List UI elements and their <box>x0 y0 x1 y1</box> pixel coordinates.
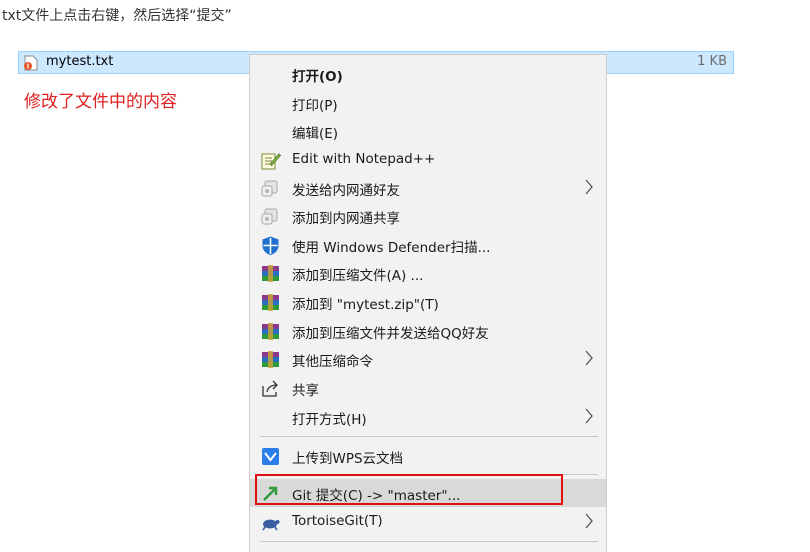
menu-item-wps-upload[interactable]: 上传到WPS云文档 <box>250 442 606 470</box>
menu-item-label: 添加到 "mytest.zip"(T) <box>292 297 439 313</box>
menu-item-add-intranet-share[interactable]: 添加到内网通共享 <box>250 202 606 230</box>
defender-shield-icon <box>262 236 279 255</box>
menu-item-label: 添加到内网通共享 <box>292 211 400 227</box>
menu-item-label: 添加到压缩文件并发送给QQ好友 <box>292 326 489 342</box>
share-network-icon <box>261 208 278 225</box>
wps-cloud-icon <box>262 448 279 465</box>
menu-item-other-compress[interactable]: 其他压缩命令 <box>250 345 606 373</box>
menu-item-label: TortoiseGit(T) <box>292 513 383 529</box>
chevron-right-icon <box>585 513 593 529</box>
winrar-icon <box>262 323 279 340</box>
winrar-icon <box>262 265 279 282</box>
winrar-icon <box>262 294 279 311</box>
file-name: mytest.txt <box>46 54 114 69</box>
menu-item-edit-notepadpp[interactable]: Edit with Notepad++ <box>250 146 606 174</box>
menu-separator <box>260 436 598 437</box>
menu-item-label: 使用 Windows Defender扫描... <box>292 240 491 256</box>
menu-item-label: Edit with Notepad++ <box>292 151 436 167</box>
menu-item-add-zip[interactable]: 添加到 "mytest.zip"(T) <box>250 288 606 316</box>
chevron-right-icon <box>585 350 593 366</box>
file-size: 1 KB <box>697 54 727 69</box>
menu-item-add-archive[interactable]: 添加到压缩文件(A) ... <box>250 259 606 287</box>
highlight-box <box>255 474 563 505</box>
menu-item-tortoisegit[interactable]: TortoiseGit(T) <box>250 508 606 536</box>
menu-item-label: 发送给内网通好友 <box>292 183 400 199</box>
menu-item-label: 编辑(E) <box>292 126 339 142</box>
menu-item-label: 共享 <box>292 383 319 399</box>
text-file-icon <box>24 55 38 71</box>
menu-item-label: 添加到压缩文件(A) ... <box>292 268 424 284</box>
menu-item-label: 其他压缩命令 <box>292 354 373 370</box>
menu-item-label: 打印(P) <box>292 98 338 114</box>
menu-item-label: 打开方式(H) <box>292 412 367 428</box>
menu-item-open[interactable]: 打开(O) <box>250 60 606 88</box>
menu-item-send-intranet-friend[interactable]: 发送给内网通好友 <box>250 174 606 202</box>
notepad-plus-plus-icon <box>261 153 281 170</box>
chevron-right-icon <box>585 408 593 424</box>
menu-item-print[interactable]: 打印(P) <box>250 89 606 117</box>
share-icon <box>262 380 278 397</box>
share-network-icon <box>261 180 278 197</box>
tortoisegit-icon <box>262 519 280 531</box>
menu-item-share[interactable]: 共享 <box>250 374 606 402</box>
instruction-caption: txt文件上点击右键，然后选择“提交” <box>2 8 232 24</box>
menu-item-open-with[interactable]: 打开方式(H) <box>250 403 606 431</box>
menu-item-label: 打开(O) <box>292 69 343 85</box>
chevron-right-icon <box>585 179 593 195</box>
winrar-icon <box>262 351 279 368</box>
menu-separator <box>260 541 598 542</box>
menu-item-label: 上传到WPS云文档 <box>292 451 404 467</box>
menu-item-edit[interactable]: 编辑(E) <box>250 117 606 145</box>
annotation-note: 修改了文件中的内容 <box>24 92 177 112</box>
menu-item-defender-scan[interactable]: 使用 Windows Defender扫描... <box>250 231 606 259</box>
menu-item-archive-send-qq[interactable]: 添加到压缩文件并发送给QQ好友 <box>250 317 606 345</box>
